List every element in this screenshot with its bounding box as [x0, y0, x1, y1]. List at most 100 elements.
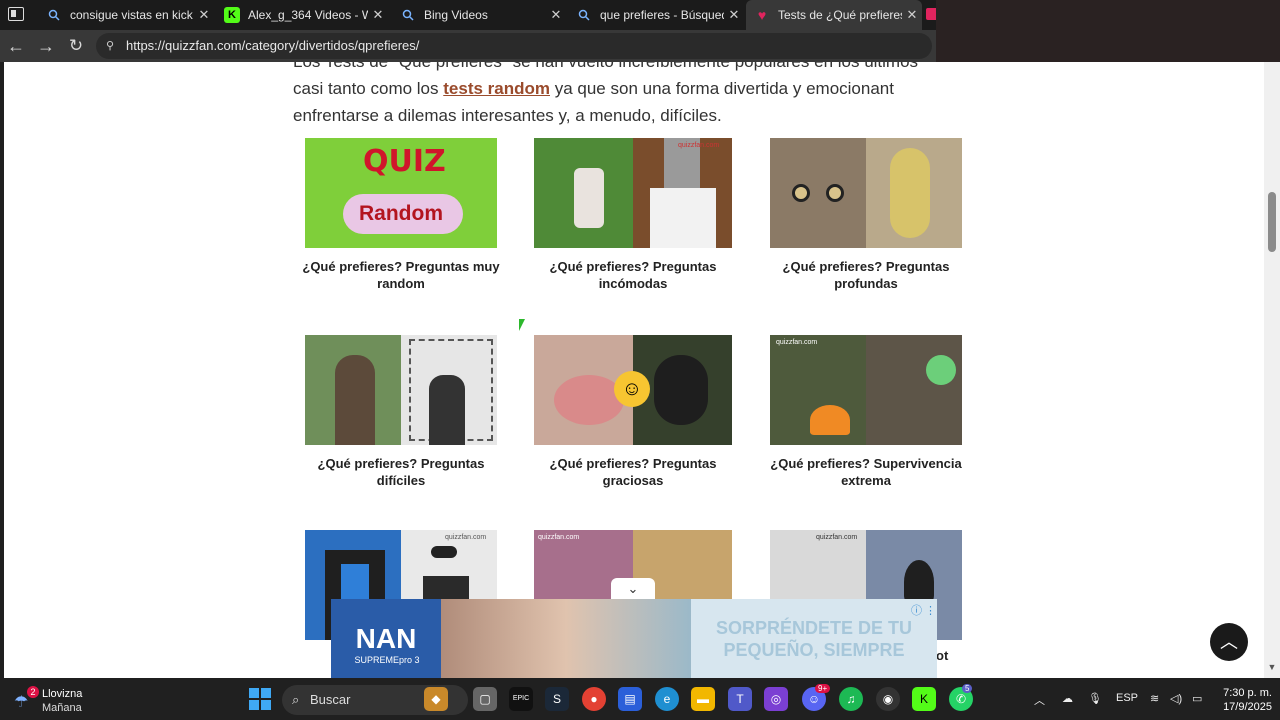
- card-supervivencia[interactable]: quizzfan.com ¿Qué prefieres? Supervivenc…: [766, 335, 966, 489]
- screen: consigue vistas en kick - Bús ✕ K Alex_g…: [0, 0, 1280, 720]
- wifi-icon[interactable]: ≋: [1150, 692, 1159, 705]
- spotify-icon[interactable]: ♫: [839, 687, 863, 711]
- search-icon: [400, 7, 416, 23]
- search-icon: ⌕: [292, 692, 300, 707]
- clock-date: 17/9/2025: [1223, 701, 1272, 713]
- card-thumbnail[interactable]: [305, 335, 497, 445]
- language-indicator[interactable]: ESP: [1116, 692, 1138, 704]
- card-thumbnail[interactable]: QUIZ Random: [305, 138, 497, 248]
- cloud-sync-icon[interactable]: ☁: [1062, 692, 1073, 705]
- start-button[interactable]: [249, 688, 271, 710]
- card-title[interactable]: ¿Qué prefieres? Preguntas profundas: [766, 258, 966, 292]
- file-explorer-icon[interactable]: ▬: [691, 687, 715, 711]
- card-title[interactable]: ¿Qué prefieres? Preguntas incómodas: [533, 258, 733, 292]
- thumb-watermark: quizzfan.com: [816, 534, 858, 541]
- kick-app-icon[interactable]: K: [912, 687, 936, 711]
- card-title[interactable]: ¿Qué prefieres? Supervivencia extrema: [766, 455, 966, 489]
- forward-arrow-icon[interactable]: →: [34, 34, 58, 58]
- ad-brand-logo: NAN: [331, 599, 441, 678]
- tab-quizzfan[interactable]: ♥ Tests de ¿Qué prefieres? ▷ ✕: [746, 0, 922, 30]
- tab-kick-search[interactable]: consigue vistas en kick - Bús ✕: [38, 0, 214, 30]
- card-title[interactable]: ¿Qué prefieres? Preguntas difíciles: [301, 455, 501, 489]
- scrollbar-thumb[interactable]: [1268, 192, 1276, 252]
- ad-headline: SORPRÉNDETE DE TU PEQUEÑO, SIEMPRE: [715, 618, 913, 660]
- weather-badge: 2: [27, 686, 39, 698]
- card-title[interactable]: ¿Qué prefieres? Preguntas graciosas: [533, 455, 733, 489]
- intro-text: casi tanto como los: [293, 79, 444, 98]
- clock-time: 7:30 p. m.: [1223, 687, 1272, 699]
- url-text: https://quizzfan.com/category/divertidos…: [126, 38, 420, 53]
- close-icon[interactable]: ✕: [546, 7, 566, 23]
- tab-bing-videos[interactable]: Bing Videos ✕: [392, 0, 566, 30]
- card-muy-random[interactable]: QUIZ Random ¿Qué prefieres? Preguntas mu…: [301, 138, 501, 292]
- mouse-cursor-icon: [519, 319, 525, 331]
- search-highlight-icon[interactable]: ◆: [424, 687, 448, 711]
- intro-text: ya que son una forma divertida y emocion…: [550, 79, 894, 98]
- thumb-watermark: quizzfan.com: [678, 142, 720, 149]
- card-title[interactable]: ¿Qué prefieres? Preguntas muy random: [301, 258, 501, 292]
- scrollbar-track[interactable]: [1264, 62, 1280, 678]
- discord-badge: 9+: [815, 684, 831, 693]
- chevron-up-icon[interactable]: ︿: [1034, 692, 1045, 708]
- close-icon[interactable]: ✕: [902, 7, 922, 23]
- tab-label: Bing Videos: [424, 8, 488, 22]
- chevron-down-icon[interactable]: ⌄: [611, 578, 655, 600]
- card-thumbnail[interactable]: quizzfan.com: [770, 335, 962, 445]
- site-info-icon[interactable]: ⚲: [106, 33, 114, 59]
- card-thumbnail[interactable]: quizzfan.com: [534, 138, 732, 248]
- microphone-icon[interactable]: 🎙: [1088, 692, 1102, 705]
- card-title[interactable]: ot: [936, 648, 948, 663]
- card-thumbnail[interactable]: [770, 138, 962, 248]
- ad-info-icon[interactable]: ⓘ ⋮: [911, 602, 936, 618]
- weather-title: Llovizna: [42, 688, 83, 700]
- taskbar: ☂ 2 Llovizna Mañana ⌕ Buscar ◆ ▢ EPIC S …: [0, 680, 1280, 720]
- tab-que-prefieres-search[interactable]: que prefieres - Búsqueda ✕: [568, 0, 744, 30]
- tab-label: consigue vistas en kick - Bús: [70, 8, 194, 22]
- card-profundas[interactable]: ¿Qué prefieres? Preguntas profundas: [766, 138, 966, 292]
- tab-kick-videos[interactable]: K Alex_g_364 Videos - Watch ✕: [216, 0, 388, 30]
- chrome-icon[interactable]: ●: [582, 687, 606, 711]
- intro-line-1: Los Tests de "Qué prefieres" se han vuel…: [293, 62, 943, 75]
- task-view-icon[interactable]: ▢: [473, 687, 497, 711]
- laughing-emoji-icon: ☺: [614, 371, 650, 407]
- steam-icon[interactable]: S: [545, 687, 569, 711]
- back-arrow-icon[interactable]: ←: [4, 34, 28, 58]
- obs-icon[interactable]: ◉: [876, 687, 900, 711]
- close-icon[interactable]: ✕: [368, 7, 388, 23]
- address-bar[interactable]: ⚲ https://quizzfan.com/category/divertid…: [96, 33, 932, 59]
- edge-icon[interactable]: e: [655, 687, 679, 711]
- close-icon[interactable]: ✕: [194, 7, 214, 23]
- card-thumbnail[interactable]: ☺: [534, 335, 732, 445]
- tab-actions-icon[interactable]: [8, 7, 24, 21]
- thumb-watermark: quizzfan.com: [776, 339, 818, 346]
- clock[interactable]: 7:30 p. m. 17/9/2025: [1212, 686, 1272, 714]
- epic-games-icon[interactable]: EPIC: [509, 687, 533, 711]
- tab-label: Tests de ¿Qué prefieres? ▷: [778, 8, 902, 22]
- tests-random-link[interactable]: tests random: [443, 79, 550, 98]
- store-icon[interactable]: ▤: [618, 687, 642, 711]
- search-placeholder: Buscar: [310, 692, 351, 707]
- teams-icon[interactable]: T: [728, 687, 752, 711]
- reload-icon[interactable]: ↻: [64, 34, 88, 58]
- intro-paragraph: Los Tests de "Qué prefieres" se han vuel…: [293, 62, 943, 129]
- browser-toolbar: ← → ↻ ⚲ https://quizzfan.com/category/di…: [0, 30, 936, 62]
- thumb-watermark: quizzfan.com: [538, 534, 580, 541]
- ad-banner[interactable]: NAN SUPREMEpro 3 SORPRÉNDETE DE TU PEQUE…: [331, 599, 937, 678]
- scroll-down-icon[interactable]: ▼: [1266, 662, 1278, 674]
- card-dificiles[interactable]: ¿Qué prefieres? Preguntas difíciles: [301, 335, 501, 489]
- ad-brand-sub: SUPREMEpro 3: [354, 655, 420, 665]
- intro-line-2: casi tanto como los tests random ya que …: [293, 75, 943, 102]
- search-icon: [576, 7, 592, 23]
- tab-label: Alex_g_364 Videos - Watch: [248, 8, 368, 22]
- volume-icon[interactable]: ◁): [1170, 692, 1182, 705]
- close-icon[interactable]: ✕: [724, 7, 744, 23]
- back-to-top-button[interactable]: ︿: [1210, 623, 1248, 661]
- intro-line-3: enfrentarse a dilemas interesantes y, a …: [293, 106, 722, 125]
- copilot-icon[interactable]: ◎: [764, 687, 788, 711]
- search-icon: [46, 7, 62, 23]
- weather-widget[interactable]: ☂ 2 Llovizna Mañana: [14, 686, 104, 716]
- card-graciosas[interactable]: ☺ ¿Qué prefieres? Preguntas graciosas: [533, 335, 733, 489]
- thumb-random-text: Random: [359, 202, 443, 225]
- card-incomodas[interactable]: quizzfan.com ¿Qué prefieres? Preguntas i…: [533, 138, 733, 292]
- battery-icon[interactable]: ▭: [1192, 692, 1202, 705]
